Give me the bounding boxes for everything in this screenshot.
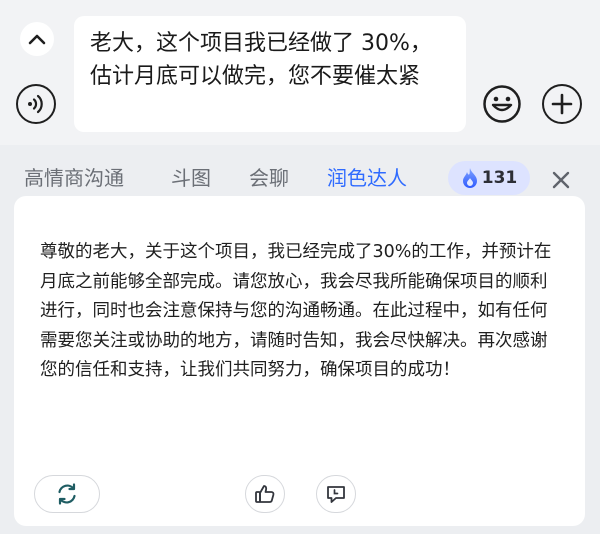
close-icon (551, 170, 571, 190)
chevron-up-icon (28, 33, 46, 45)
polished-text[interactable]: 尊敬的老大，关于这个项目，我已经完成了30%的工作，并预计在月底之前能够全部完成… (40, 238, 560, 386)
tab-chat[interactable]: 会聊 (249, 164, 289, 192)
refresh-icon (55, 482, 79, 506)
more-button[interactable] (542, 84, 582, 124)
voice-icon (25, 93, 47, 115)
thumbs-up-icon (254, 483, 276, 505)
smiley-icon (482, 84, 522, 124)
result-card: 尊敬的老大，关于这个项目，我已经完成了30%的工作，并预计在月底之前能够全部完成… (14, 196, 585, 526)
close-button[interactable] (546, 165, 576, 195)
plus-icon (551, 93, 573, 115)
tab-high-eq[interactable]: 高情商沟通 (24, 164, 124, 192)
emoji-button[interactable] (482, 84, 522, 124)
tab-sticker[interactable]: 斗图 (171, 164, 211, 192)
message-input[interactable]: 老大，这个项目我已经做了 30%，估计月底可以做完，您不要催太紧 (74, 16, 466, 132)
tab-polish[interactable]: 润色达人 (327, 164, 407, 192)
feedback-button[interactable] (316, 475, 356, 513)
assistant-panel: 高情商沟通 斗图 会聊 润色达人 131 尊敬的老大，关于这个项目，我已经完成了… (0, 145, 600, 534)
regenerate-button[interactable] (34, 475, 100, 513)
points-count: 131 (481, 168, 518, 188)
feedback-icon (325, 483, 347, 505)
input-area: 老大，这个项目我已经做了 30%，估计月底可以做完，您不要催太紧 (0, 0, 600, 145)
like-button[interactable] (245, 475, 285, 513)
collapse-button[interactable] (20, 22, 54, 56)
voice-input-button[interactable] (16, 84, 56, 124)
points-badge[interactable]: 131 (448, 161, 530, 195)
flame-icon (461, 167, 479, 189)
